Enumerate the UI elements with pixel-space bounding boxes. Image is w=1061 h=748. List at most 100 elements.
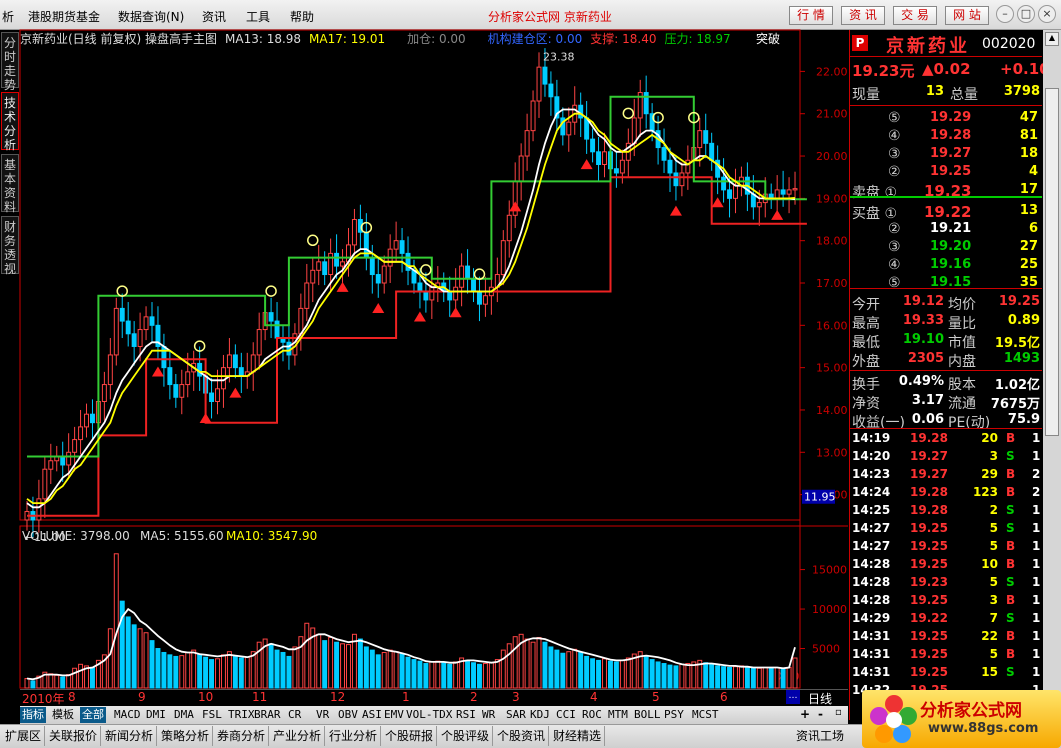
indicator-tab[interactable]: BRAR	[252, 707, 283, 723]
indicator-tab[interactable]: ROC	[580, 707, 604, 723]
bottom-tab[interactable]: 券商分析	[214, 726, 270, 746]
period-label[interactable]: 日线	[808, 690, 832, 707]
indicator-tab[interactable]: DMI	[144, 707, 168, 723]
minimize-icon[interactable]: –	[996, 5, 1014, 23]
news-button[interactable]: 资 讯	[841, 6, 885, 25]
candle-body	[572, 104, 578, 123]
candle-body	[530, 100, 536, 132]
indicator-tab[interactable]: CCI	[554, 707, 578, 723]
tick-row: 14:23 19.27 29 B 2	[850, 466, 1042, 484]
volume-bar	[649, 659, 655, 689]
scroll-up-icon[interactable]: ▲	[1045, 32, 1059, 46]
menu-item-news[interactable]: 资讯	[202, 8, 226, 25]
period-menu-icon[interactable]: …	[786, 690, 800, 704]
price-tick-label: 16.00	[816, 319, 848, 332]
indicator-tab[interactable]: 指标	[20, 707, 46, 723]
candle-body	[512, 180, 518, 216]
indicator-tab[interactable]: 模板	[50, 707, 76, 723]
side-tab-fundamentals[interactable]: 基本资料	[1, 154, 19, 214]
indicator-tab[interactable]: FSL	[200, 707, 224, 723]
bottom-tab[interactable]: 财经精选	[550, 726, 606, 746]
tick-side: B	[1006, 431, 1016, 445]
volume-bar	[280, 651, 286, 689]
side-tab-intraday[interactable]: 分时走势	[1, 32, 19, 92]
buy-signal-triangle	[771, 209, 784, 220]
tick-row: 14:19 19.28 20 B 1	[850, 430, 1042, 448]
candle-body	[661, 147, 667, 161]
bottom-tab[interactable]: 个股资讯	[494, 726, 550, 746]
menu-item-analysis[interactable]: 析	[2, 8, 14, 25]
indicator-tab[interactable]: EMV	[382, 707, 406, 723]
indicator-tab[interactable]: DMA	[172, 707, 196, 723]
price-change: ▲0.02	[922, 60, 971, 78]
indicator-tab[interactable]: KDJ	[528, 707, 552, 723]
bottom-tab[interactable]: 新闻分析	[102, 726, 158, 746]
volume-bar	[334, 641, 340, 689]
bottom-tab[interactable]: 个股研报	[382, 726, 438, 746]
indicator-tab[interactable]: CR	[286, 707, 303, 723]
indicator-tab[interactable]: 全部	[80, 707, 106, 723]
indicator-tab[interactable]: RSI	[454, 707, 478, 723]
trade-button[interactable]: 交 易	[893, 6, 937, 25]
candle-body	[84, 413, 89, 428]
volume-bar	[101, 654, 107, 689]
volume-tick-label: 10000	[812, 603, 847, 616]
volume-bar	[244, 656, 250, 689]
zoom-in-icon[interactable]: +	[800, 707, 810, 721]
indicator-tab[interactable]: VOL-TDX	[404, 707, 454, 723]
indicator-tab[interactable]: WR	[480, 707, 497, 723]
side-tab-financials[interactable]: 财务透视	[1, 216, 19, 276]
volume-bar	[89, 666, 95, 689]
maximize-icon[interactable]: □	[1017, 5, 1035, 23]
news-workshop-tab[interactable]: 资讯工场	[796, 726, 844, 746]
stat-value: 1493	[1003, 351, 1040, 366]
menu-item-data-query[interactable]: 数据查询(N)	[118, 8, 184, 25]
tick-row: 14:31 19.25 15 S 1	[850, 664, 1042, 682]
close-icon[interactable]: ×	[1038, 5, 1056, 23]
logo-url: www.88gs.com	[928, 721, 1039, 736]
volume-bar	[340, 643, 346, 689]
side-tab-technical[interactable]: 技术分析	[1, 92, 19, 152]
indicator-tab[interactable]: PSY	[662, 707, 686, 723]
tick-scrollbar[interactable]: ▲	[1043, 30, 1061, 720]
bottom-tab[interactable]: 个股评级	[438, 726, 494, 746]
volume-bar	[72, 667, 78, 689]
volume-bar	[715, 665, 721, 689]
indicator-tab[interactable]: OBV	[336, 707, 360, 723]
indicator-tab[interactable]: MACD	[112, 707, 143, 723]
volume-bar	[596, 659, 602, 689]
menu-item-tools[interactable]: 工具	[246, 8, 270, 25]
candle-body	[524, 130, 530, 157]
candle-body	[346, 244, 351, 263]
quote-button[interactable]: 行 情	[789, 6, 833, 25]
bottom-tab[interactable]: 关联报价	[46, 726, 102, 746]
expand-icon[interactable]: ▫	[835, 707, 842, 718]
website-button[interactable]: 网 站	[945, 6, 989, 25]
bottom-tab[interactable]: 产业分析	[270, 726, 326, 746]
candle-body	[197, 362, 203, 377]
indicator-tab[interactable]: VR	[314, 707, 331, 723]
indicator-tab[interactable]: ASI	[360, 707, 384, 723]
volume-bar	[42, 671, 48, 689]
tick-row: 14:31 19.25 5 B 1	[850, 646, 1042, 664]
bottom-tab[interactable]: 行业分析	[326, 726, 382, 746]
zoom-out-icon[interactable]: -	[818, 707, 823, 721]
tick-count: 2	[1032, 485, 1041, 499]
candle-body	[357, 219, 363, 233]
price-chart[interactable]: 22.00 21.00 20.00 19.00 18.00 17.00 16.00 15.00…	[0, 0, 848, 720]
tick-volume: 2	[989, 503, 998, 517]
indicator-tab[interactable]: MCST	[690, 707, 721, 723]
scroll-thumb[interactable]	[1045, 88, 1059, 436]
stat-row: 收益(一) 0.06 PE(动) 75.9	[850, 410, 1042, 431]
bottom-tab[interactable]: 策略分析	[158, 726, 214, 746]
indicator-tab[interactable]: BOLL	[632, 707, 663, 723]
bottom-tab[interactable]: 扩展区	[2, 726, 46, 746]
indicator-tab[interactable]: SAR	[504, 707, 528, 723]
menu-item-hk-futures[interactable]: 港股期货基金	[28, 8, 100, 25]
volume-bar	[786, 666, 792, 689]
volume-bar	[399, 653, 405, 689]
menu-item-help[interactable]: 帮助	[290, 8, 314, 25]
volume-bar	[113, 553, 119, 689]
date-label: 2	[470, 690, 478, 704]
indicator-tab[interactable]: MTM	[606, 707, 630, 723]
